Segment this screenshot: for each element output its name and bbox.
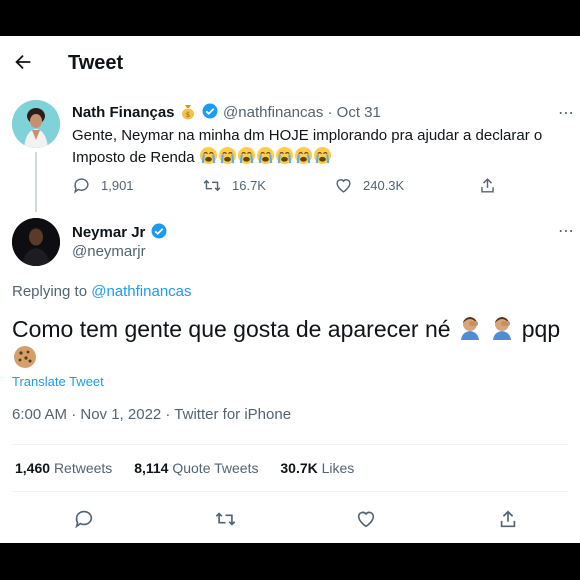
header: Tweet	[0, 36, 580, 90]
retweets-stat[interactable]: 1,460 Retweets	[15, 460, 112, 476]
quoted-tweet-header: Nath Finanças $ @nathfinancas · Oct 31	[72, 102, 381, 121]
like-action[interactable]: 240.3K	[334, 176, 404, 195]
retweets-label: Retweets	[53, 460, 113, 476]
like-icon[interactable]	[355, 508, 377, 530]
crying-face-icon	[256, 146, 274, 165]
reply-count: 1,901	[101, 178, 134, 193]
quote-tweets-label: Quote Tweets	[172, 460, 259, 476]
cookie-icon	[14, 346, 36, 368]
facepalm-icon	[493, 317, 512, 340]
verified-icon	[151, 223, 167, 239]
crying-face-icon	[199, 146, 217, 165]
main-tweet-suffix: pqp	[521, 316, 561, 342]
author-handle[interactable]: @nathfinancas	[223, 104, 323, 121]
divider	[12, 491, 568, 492]
tweet-timestamp[interactable]: 6:00 AM · Nov 1, 2022 · Twitter for iPho…	[12, 406, 291, 423]
like-icon	[336, 179, 351, 193]
money-bag-icon: $	[181, 105, 194, 120]
quote-tweets-count: 8,114	[134, 460, 169, 476]
quoted-tweet-text: Gente, Neymar na minha dm HOJE implorand…	[72, 125, 562, 168]
like-count: 240.3K	[363, 178, 405, 193]
crying-face-icon	[218, 146, 236, 165]
svg-text:$: $	[185, 111, 189, 119]
more-icon[interactable]: ⋯	[558, 221, 575, 241]
thread-connector	[35, 152, 37, 212]
share-icon[interactable]	[497, 508, 519, 530]
crying-face-icon	[237, 146, 255, 165]
reply-action[interactable]: 1,901	[72, 176, 134, 195]
crying-emoji-row	[199, 146, 332, 166]
translate-tweet-link[interactable]: Translate Tweet	[12, 374, 104, 389]
retweet-icon[interactable]	[214, 508, 237, 530]
avatar-neymar[interactable]	[12, 218, 60, 266]
retweet-count: 16.7K	[232, 178, 266, 193]
likes-label: Likes	[321, 460, 355, 476]
replying-to: Replying to @nathfinancas	[12, 283, 192, 300]
main-tweet-body: Como tem gente que gosta de aparecer né	[12, 316, 451, 342]
main-author-name-text: Neymar Jr	[72, 224, 146, 241]
retweet-action[interactable]: 16.7K	[202, 176, 266, 195]
share-icon	[481, 178, 494, 193]
main-author-handle[interactable]: @neymarjr	[72, 243, 146, 260]
reply-icon[interactable]	[73, 508, 95, 530]
bottom-letterbox	[0, 543, 580, 580]
replying-prefix: Replying to	[12, 283, 92, 300]
likes-stat[interactable]: 30.7K Likes	[280, 460, 354, 476]
crying-face-icon	[275, 146, 293, 165]
share-action[interactable]	[478, 176, 497, 195]
tweet-date[interactable]: · Oct 31	[328, 104, 381, 121]
more-icon[interactable]: ⋯	[558, 103, 575, 123]
retweets-count: 1,460	[15, 460, 51, 476]
main-tweet-text: Como tem gente que gosta de aparecer né …	[12, 314, 572, 374]
main-author-name[interactable]: Neymar Jr	[72, 222, 168, 241]
likes-count: 30.7K	[280, 460, 318, 476]
tweet-stats: 1,460 Retweets 8,114 Quote Tweets 30.7K …	[15, 460, 372, 476]
main-tweet-actions	[0, 508, 580, 530]
author-name[interactable]: Nath Finanças	[72, 104, 175, 121]
reply-icon	[73, 178, 89, 194]
crying-face-icon	[294, 146, 312, 165]
tweet-page: Tweet Nath Finanças $ @nathfinancas · Oc…	[0, 36, 580, 543]
retweet-icon	[203, 179, 221, 192]
page-title: Tweet	[68, 52, 124, 74]
replying-to-link[interactable]: @nathfinancas	[91, 283, 191, 300]
top-letterbox	[0, 0, 580, 36]
quote-tweets-stat[interactable]: 8,114 Quote Tweets	[134, 460, 258, 476]
divider	[12, 444, 568, 445]
avatar-nath[interactable]	[12, 100, 60, 148]
quoted-tweet-actions: 1,901 16.7K 240.3K	[72, 176, 502, 196]
back-arrow-icon[interactable]	[12, 51, 34, 73]
crying-face-icon	[313, 146, 331, 165]
verified-icon	[202, 103, 218, 119]
facepalm-icon	[460, 317, 479, 340]
